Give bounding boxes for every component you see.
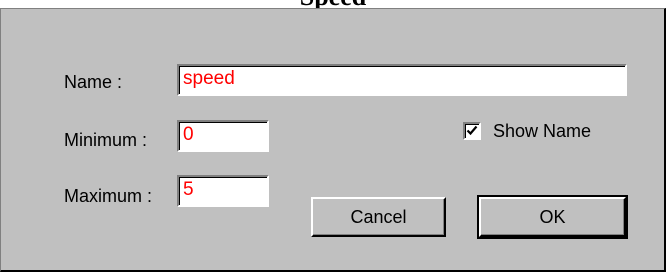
name-field[interactable]: speed [177,64,627,96]
minimum-label: Minimum : [64,130,148,150]
cancel-button[interactable]: Cancel [311,197,446,237]
maximum-field[interactable]: 5 [177,175,269,207]
ok-button[interactable]: OK [477,195,628,239]
cancel-button-label: Cancel [350,206,407,227]
window-title: Speed [0,0,666,8]
minimum-field[interactable]: 0 [177,120,269,152]
maximum-label: Maximum : [64,186,153,206]
title-strip: Speed [0,0,666,8]
ok-button-label: OK [539,206,566,227]
show-name-checkbox[interactable] [463,122,481,140]
show-name-label[interactable]: Show Name [493,121,591,142]
checkmark-icon [466,125,478,136]
name-label: Name : [64,72,123,92]
properties-dialog: Name : speed Minimum : 0 Show Name Maxim… [0,8,666,272]
